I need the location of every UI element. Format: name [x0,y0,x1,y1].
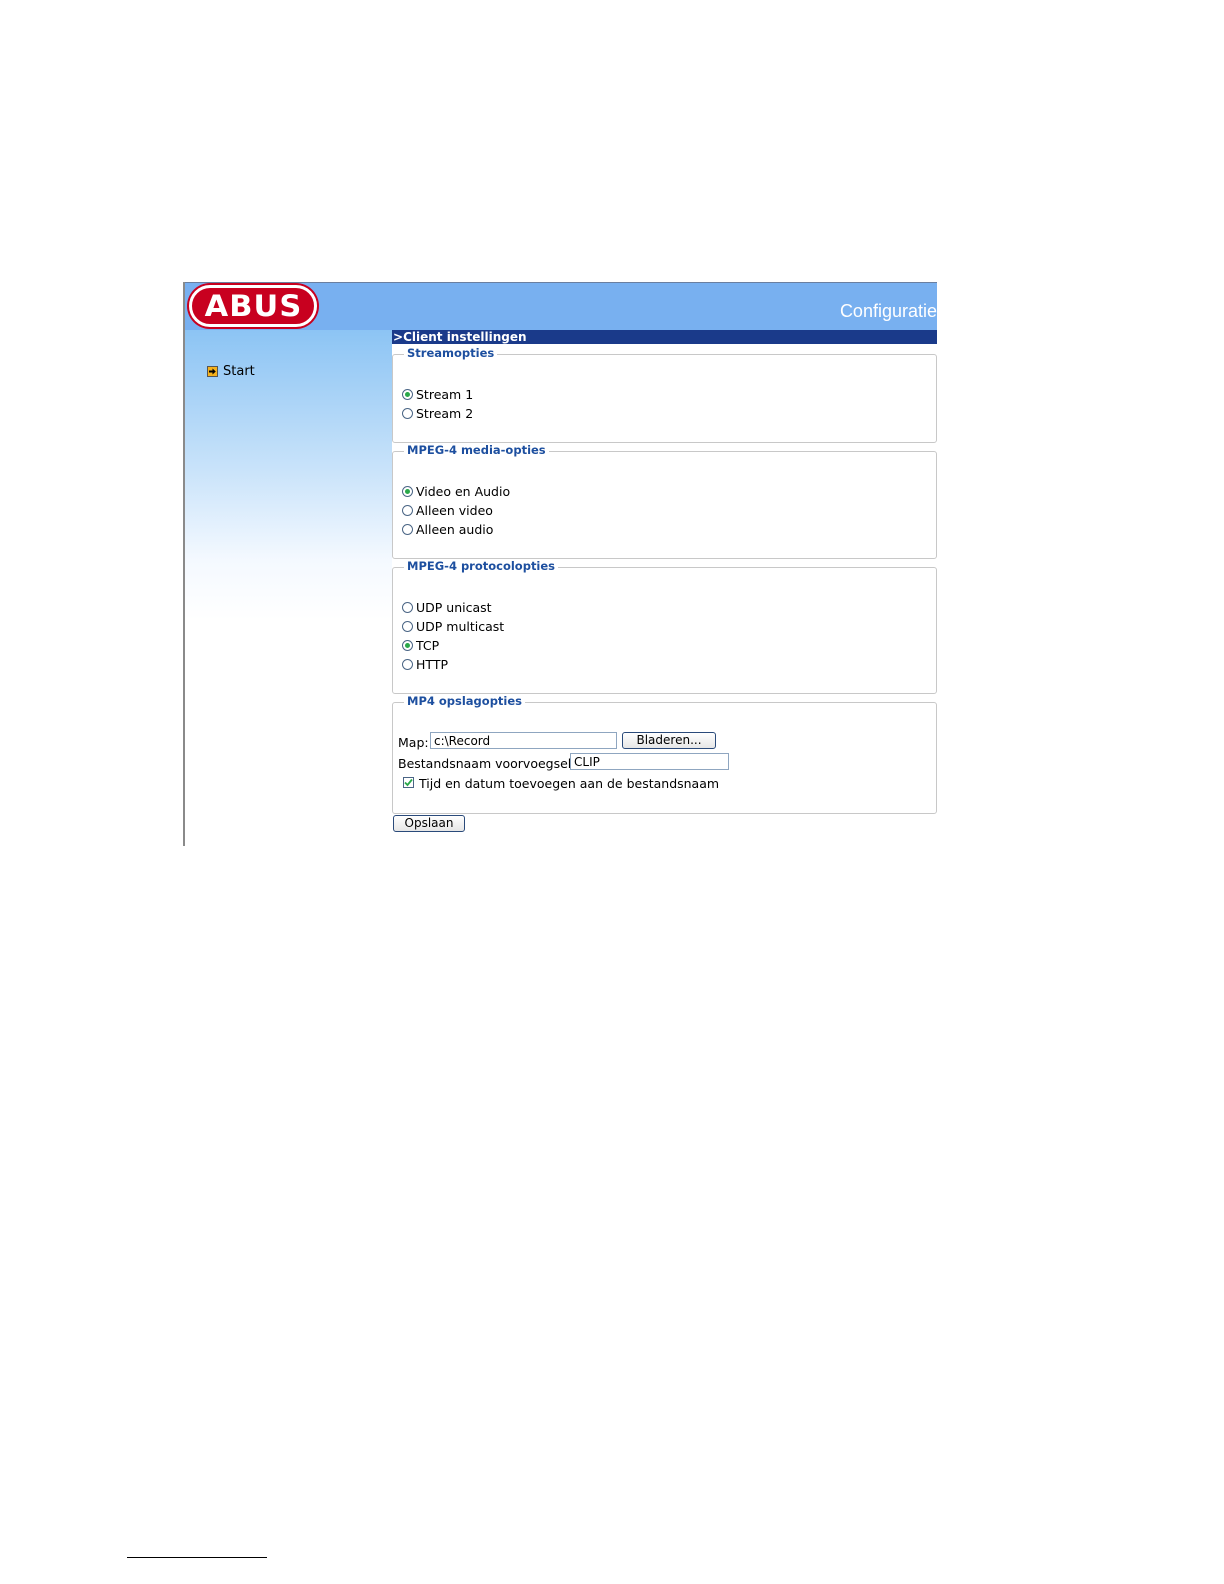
page-title-bar: >Client instellingen [392,330,937,344]
header-bar: ABUS Configuratie [185,282,937,331]
media-options-group: MPEG-4 media-opties Video en Audio Allee… [392,443,937,559]
protocol-options-legend: MPEG-4 protocolopties [404,559,559,573]
radio-udp-multicast[interactable]: UDP multicast [402,619,504,634]
radio-label: Video en Audio [416,484,511,499]
radio-label: TCP [416,638,440,653]
header-title: Configuratie [839,301,937,321]
radio-http[interactable]: HTTP [402,657,448,672]
radio-stream-1[interactable]: Stream 1 [402,387,473,402]
radio-button[interactable] [402,640,413,651]
radio-label: Stream 1 [416,387,474,402]
storage-options-legend: MP4 opslagopties [404,694,526,708]
save-button[interactable]: Opslaan [393,815,465,832]
radio-label: HTTP [416,657,448,672]
media-options-legend: MPEG-4 media-opties [404,443,549,457]
radio-label: UDP unicast [416,600,492,615]
radio-label: Stream 2 [416,406,474,421]
stream-options-legend: Streamopties [404,346,498,360]
sidebar-item-start[interactable]: Start [207,364,255,379]
radio-label: Alleen audio [416,522,494,537]
camera-config-window: ABUS Configuratie Start >Client instelli… [183,282,937,846]
protocol-options-group: MPEG-4 protocolopties UDP unicast UDP mu… [392,559,937,694]
radio-button[interactable] [402,621,413,632]
timestamp-label: Tijd en datum toevoegen aan de bestandsn… [419,776,720,791]
radio-video-only[interactable]: Alleen video [402,503,493,518]
logo-text: ABUS [204,289,302,323]
radio-stream-2[interactable]: Stream 2 [402,406,473,421]
folder-label: Map: [398,735,429,750]
stream-options-group: Streamopties Stream 1 Stream 2 [392,346,937,443]
radio-tcp[interactable]: TCP [402,638,439,653]
prefix-input[interactable] [570,753,729,770]
page-title: Client instellingen [403,330,527,344]
radio-button[interactable] [402,408,413,419]
timestamp-checkbox[interactable] [403,777,414,788]
footnote-divider [127,1557,267,1558]
sidebar: Start [185,330,392,846]
radio-video-audio[interactable]: Video en Audio [402,484,510,499]
radio-audio-only[interactable]: Alleen audio [402,522,493,537]
radio-button[interactable] [402,602,413,613]
radio-button[interactable] [402,505,413,516]
storage-options-group: MP4 opslagopties Map: Bladeren... Bestan… [392,694,937,814]
radio-label: UDP multicast [416,619,505,634]
radio-button[interactable] [402,659,413,670]
browse-button[interactable]: Bladeren... [622,732,716,749]
radio-button[interactable] [402,389,413,400]
checkmark-icon [404,778,413,787]
folder-input[interactable] [430,732,617,749]
radio-button[interactable] [402,486,413,497]
title-chevron: > [393,330,404,344]
sidebar-item-label: Start [223,364,255,379]
radio-label: Alleen video [416,503,493,518]
radio-udp-unicast[interactable]: UDP unicast [402,600,492,615]
arrow-right-icon [207,366,218,377]
prefix-label: Bestandsnaam voorvoegsel: [398,756,576,771]
abus-logo: ABUS [189,285,317,327]
radio-button[interactable] [402,524,413,535]
